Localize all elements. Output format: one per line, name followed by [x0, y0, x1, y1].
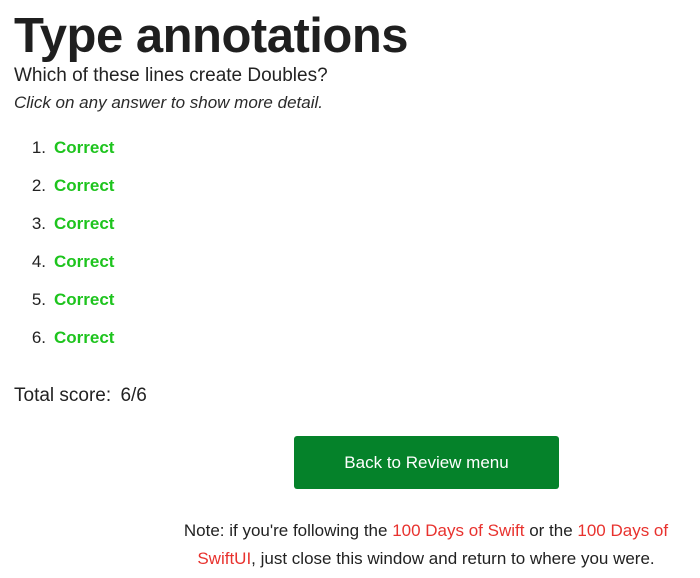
- back-to-review-button[interactable]: Back to Review menu: [294, 436, 559, 489]
- total-score: Total score: 6/6: [14, 384, 147, 408]
- note-middle: or the: [524, 521, 578, 540]
- hint-text: Click on any answer to show more detail.: [14, 93, 323, 112]
- note-suffix: , just close this window and return to w…: [251, 549, 655, 568]
- answer-number: 3.: [31, 214, 46, 233]
- note-text: Note: if you're following the 100 Days o…: [172, 517, 680, 573]
- 100-days-of-swift-link[interactable]: 100 Days of Swift: [392, 521, 524, 540]
- answer-status[interactable]: Correct: [54, 212, 114, 236]
- answer-number: 2.: [31, 176, 46, 195]
- page-title: Type annotations: [14, 9, 409, 63]
- review-page: Type annotations Which of these lines cr…: [0, 0, 700, 578]
- answer-status[interactable]: Correct: [54, 326, 114, 350]
- answer-status[interactable]: Correct: [54, 174, 114, 198]
- answer-number: 6.: [31, 328, 46, 347]
- answer-number: 5.: [31, 290, 46, 309]
- answer-number: 4.: [31, 252, 46, 271]
- question-text: Which of these lines create Doubles?: [14, 65, 328, 86]
- answer-status[interactable]: Correct: [54, 136, 114, 160]
- score-label: Total score:: [14, 385, 112, 406]
- answer-number: 1.: [31, 138, 46, 157]
- note-prefix: Note: if you're following the: [183, 521, 393, 540]
- score-value: 6/6: [120, 385, 147, 406]
- answer-status[interactable]: Correct: [54, 250, 114, 274]
- answer-status[interactable]: Correct: [54, 288, 114, 312]
